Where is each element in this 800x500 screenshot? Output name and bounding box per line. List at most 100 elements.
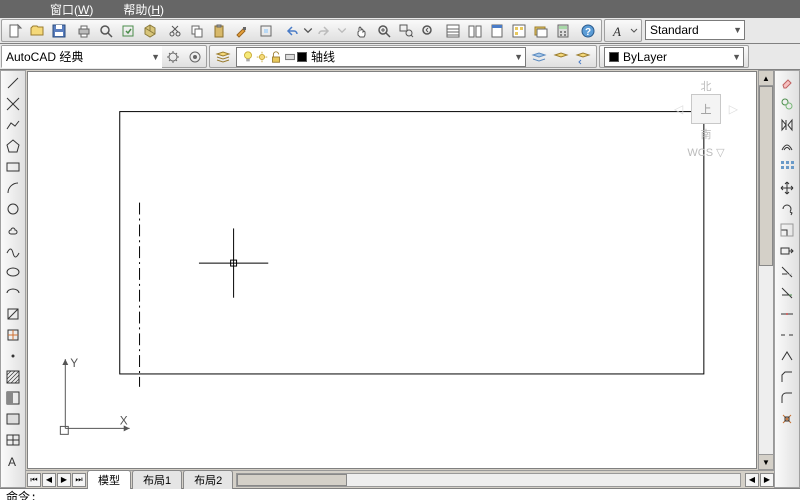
- publish-button[interactable]: [117, 20, 139, 42]
- scroll-thumb[interactable]: [759, 86, 773, 266]
- color-combo[interactable]: ByLayer ▼: [604, 47, 744, 67]
- gradient-tool[interactable]: [2, 388, 24, 408]
- erase-tool[interactable]: [776, 73, 798, 93]
- viewcube-wcs[interactable]: WCS ▽: [670, 146, 742, 159]
- line-tool[interactable]: [2, 73, 24, 93]
- text-style-button[interactable]: A: [607, 20, 629, 42]
- new-file-button[interactable]: [4, 20, 26, 42]
- revision-cloud-tool[interactable]: [2, 220, 24, 240]
- hscroll-left[interactable]: ◀: [745, 473, 759, 487]
- chamfer-tool[interactable]: [776, 367, 798, 387]
- layer-states-button[interactable]: [528, 46, 550, 68]
- zoom-previous-button[interactable]: [417, 20, 439, 42]
- paste-button[interactable]: [208, 20, 230, 42]
- redo-button[interactable]: [314, 20, 336, 42]
- chevron-down-icon: ▼: [728, 52, 741, 62]
- viewcube-arrow-left[interactable]: ◁: [674, 102, 683, 116]
- quickcalc-button[interactable]: [552, 20, 574, 42]
- scroll-up-button[interactable]: ▲: [759, 71, 773, 86]
- break-tool[interactable]: [776, 325, 798, 345]
- ellipse-arc-tool[interactable]: [2, 283, 24, 303]
- mtext-tool[interactable]: A: [2, 451, 24, 471]
- undo-button[interactable]: [280, 20, 302, 42]
- layer-prev-button[interactable]: [572, 46, 594, 68]
- mirror-tool[interactable]: [776, 115, 798, 135]
- copy-button[interactable]: [186, 20, 208, 42]
- polyline-tool[interactable]: [2, 115, 24, 135]
- horizontal-scrollbar[interactable]: [236, 473, 741, 487]
- stretch-tool[interactable]: [776, 241, 798, 261]
- tab-layout2[interactable]: 布局2: [183, 470, 233, 489]
- view-cube[interactable]: 北 ◁ 上 ▷ 南 WCS ▽: [670, 78, 742, 178]
- block-editor-button[interactable]: [255, 20, 277, 42]
- open-file-button[interactable]: [26, 20, 48, 42]
- tab-layout1[interactable]: 布局1: [132, 470, 182, 489]
- table-tool[interactable]: [2, 430, 24, 450]
- menu-help[interactable]: 帮助(H): [123, 1, 164, 18]
- redo-dropdown-button[interactable]: [336, 20, 348, 42]
- tool-palettes-button[interactable]: [486, 20, 508, 42]
- sheet-set-button[interactable]: [464, 20, 486, 42]
- command-line[interactable]: 命令: 命令: *取消*: [0, 488, 800, 500]
- construction-line-tool[interactable]: [2, 94, 24, 114]
- layer-iso-button[interactable]: [550, 46, 572, 68]
- properties-button[interactable]: [442, 20, 464, 42]
- workspace-save-button[interactable]: [184, 46, 206, 68]
- pan-button[interactable]: [351, 20, 373, 42]
- hscroll-right[interactable]: ▶: [760, 473, 774, 487]
- text-style-combo[interactable]: Standard ▼: [645, 20, 745, 40]
- print-preview-button[interactable]: [95, 20, 117, 42]
- text-style-dropdown-icon[interactable]: [629, 20, 639, 42]
- arc-tool[interactable]: [2, 178, 24, 198]
- region-tool[interactable]: [2, 409, 24, 429]
- break-at-point-tool[interactable]: [776, 304, 798, 324]
- spline-tool[interactable]: [2, 241, 24, 261]
- tab-nav-last[interactable]: ⏭: [72, 473, 86, 487]
- offset-tool[interactable]: [776, 136, 798, 156]
- point-tool[interactable]: [2, 346, 24, 366]
- markup-button[interactable]: [530, 20, 552, 42]
- copy-tool[interactable]: [776, 94, 798, 114]
- menu-window[interactable]: 窗口(W): [50, 1, 93, 18]
- insert-block-tool[interactable]: [2, 304, 24, 324]
- print-button[interactable]: [73, 20, 95, 42]
- tab-nav-next[interactable]: ▶: [57, 473, 71, 487]
- vertical-scrollbar[interactable]: ▲ ▼: [758, 70, 774, 470]
- scroll-down-button[interactable]: ▼: [759, 454, 773, 469]
- rectangle-tool[interactable]: [2, 157, 24, 177]
- design-center-button[interactable]: [508, 20, 530, 42]
- viewcube-face[interactable]: 上: [691, 94, 721, 124]
- trim-tool[interactable]: [776, 262, 798, 282]
- viewcube-arrow-right[interactable]: ▷: [729, 102, 738, 116]
- tab-nav-prev[interactable]: ◀: [42, 473, 56, 487]
- rotate-tool[interactable]: [776, 199, 798, 219]
- 3d-button[interactable]: [139, 20, 161, 42]
- layer-combo[interactable]: 轴线 ▼: [236, 47, 526, 67]
- undo-dropdown-button[interactable]: [302, 20, 314, 42]
- match-properties-button[interactable]: [230, 20, 252, 42]
- save-button[interactable]: [48, 20, 70, 42]
- ellipse-tool[interactable]: [2, 262, 24, 282]
- tab-nav-first[interactable]: ⏮: [27, 473, 41, 487]
- cut-button[interactable]: [164, 20, 186, 42]
- polygon-tool[interactable]: [2, 136, 24, 156]
- layer-properties-button[interactable]: [212, 46, 234, 68]
- tab-model[interactable]: 模型: [87, 470, 131, 489]
- zoom-realtime-button[interactable]: [373, 20, 395, 42]
- circle-tool[interactable]: [2, 199, 24, 219]
- workspace-settings-button[interactable]: [162, 46, 184, 68]
- fillet-tool[interactable]: [776, 388, 798, 408]
- scale-tool[interactable]: [776, 220, 798, 240]
- make-block-tool[interactable]: [2, 325, 24, 345]
- workspace-combo[interactable]: AutoCAD 经典 ▼: [2, 46, 162, 68]
- array-tool[interactable]: [776, 157, 798, 177]
- explode-tool[interactable]: [776, 409, 798, 429]
- drawing-canvas[interactable]: Y X 北 ◁ 上 ▷ 南 WCS ▽: [27, 71, 757, 469]
- extend-tool[interactable]: [776, 283, 798, 303]
- hatch-tool[interactable]: [2, 367, 24, 387]
- zoom-window-button[interactable]: [395, 20, 417, 42]
- join-tool[interactable]: [776, 346, 798, 366]
- help-button[interactable]: ?: [577, 20, 599, 42]
- hscroll-thumb[interactable]: [237, 474, 347, 486]
- move-tool[interactable]: [776, 178, 798, 198]
